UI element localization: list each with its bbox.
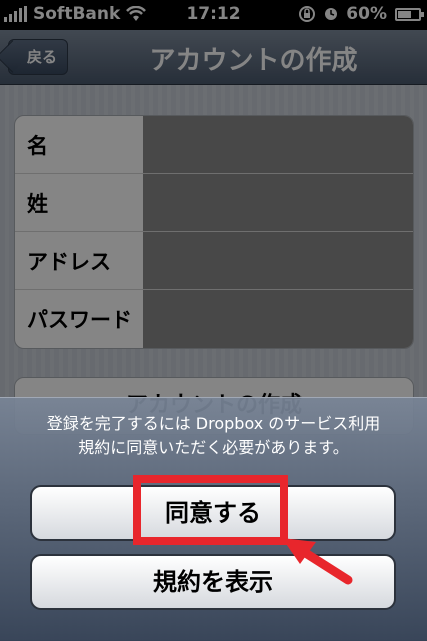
action-sheet-message: 登録を完了するには Dropbox のサービス利用 規約に同意いただく必要があり… xyxy=(10,412,417,460)
annotation-arrow-icon xyxy=(282,538,353,585)
annotation-highlight-box xyxy=(133,475,288,545)
message-line-2: 規約に同意いただく必要があります。 xyxy=(78,438,349,457)
message-line-1: 登録を完了するには Dropbox のサービス利用 xyxy=(46,414,381,433)
